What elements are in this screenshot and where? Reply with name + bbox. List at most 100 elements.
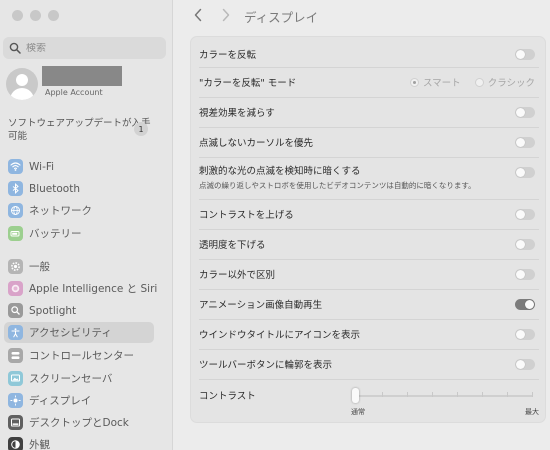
accessibility-icon [8,325,23,340]
autoplay-animated-images-label: アニメーション画像自動再生 [199,300,323,311]
radio-unselected-icon [474,77,484,87]
dim-flashing-toggle[interactable] [515,167,535,178]
sidebar-item-label: Spotlight [29,304,77,317]
page-title: ディスプレイ [244,10,319,25]
window-title-icons-row: ウインドウタイトルにアイコンを表示 [199,325,539,343]
display-contrast-slider-thumb[interactable] [352,388,359,403]
sidebar-item-label: Wi-Fi [29,160,55,173]
sidebar: Apple Account ソフトウェアアップデートが入手可能 1 Wi-Fi B… [0,0,173,450]
sidebar-item-dock[interactable]: デスクトップとDock [4,412,154,433]
toolbar-button-shapes-label: ツールバーボタンに輪郭を表示 [199,360,333,371]
toolbar: ディスプレイ [174,0,550,30]
differentiate-without-color-toggle[interactable] [515,268,535,280]
search-icon [9,42,21,54]
dim-flashing-description: 点滅の繰り返しやストロボを使用したビデオコンテンツは自動的に暗くなります。 [199,181,476,190]
invert-mode-smart-label: スマート [422,78,461,89]
invert-mode-smart-radio[interactable]: スマート [409,75,461,89]
dock-icon [8,415,23,430]
invert-mode-row: "カラーを反転" モード スマート クラシック [199,73,539,91]
nonblinking-cursor-toggle[interactable] [515,136,535,148]
increase-contrast-toggle[interactable] [515,208,535,220]
dim-flashing-label: 刺激的な光の点滅を検知時に暗くする [199,166,361,177]
autoplay-animated-images-toggle[interactable] [515,298,535,310]
account-subtitle: Apple Account [45,88,103,97]
toolbar-button-shapes-toggle[interactable] [515,358,535,370]
window-title-icons-toggle[interactable] [515,328,535,340]
globe-icon [8,203,23,218]
invert-colors-toggle[interactable] [515,48,535,60]
sidebar-item-siri[interactable]: Apple Intelligence と Siri [4,278,157,299]
slider-tick-mark [382,392,383,397]
sidebar-item-wifi[interactable]: Wi-Fi [4,156,154,177]
increase-contrast-row: コントラストを上げる [199,205,539,223]
nonblinking-cursor-label: 点滅しないカーソルを優先 [199,138,314,149]
appearance-icon [8,437,23,450]
sidebar-item-label: 一般 [29,261,50,273]
sidebar-item-gear[interactable]: 一般 [4,256,154,277]
software-update-item[interactable]: ソフトウェアアップデートが入手可能 [8,117,153,143]
sidebar-item-globe[interactable]: ネットワーク [4,200,154,221]
apple-account-item[interactable]: Apple Account [6,66,166,102]
display-contrast-label: コントラスト [199,391,256,402]
minimize-window-button[interactable] [30,10,41,21]
nonblinking-cursor-row: 点滅しないカーソルを優先 [199,133,539,151]
sidebar-item-screensaver[interactable]: スクリーンセーバ [4,368,154,389]
screensaver-icon [8,371,23,386]
sidebar-item-label: コントロールセンター [29,350,134,362]
wifi-icon [8,159,23,174]
display-settings-panel: カラーを反転 "カラーを反転" モード スマート クラシック 視差効果を減らす … [190,36,546,423]
dim-flashing-row: 刺激的な光の点滅を検知時に暗くする 点滅の繰り返しやストロボを使用したビデオコン… [199,163,539,193]
bluetooth-icon [8,181,23,196]
sidebar-item-label: スクリーンセーバ [29,373,113,385]
siri-icon [8,281,23,296]
control-center-icon [8,348,23,363]
window-title-icons-label: ウインドウタイトルにアイコンを表示 [199,330,361,341]
slider-tick-mark [507,392,508,397]
reduce-motion-row: 視差効果を減らす [199,103,539,121]
sidebar-item-label: バッテリー [29,228,82,240]
sidebar-item-label: アクセシビリティ [29,327,112,339]
contrast-min-label: 通常 [351,408,365,416]
sidebar-item-label: 外観 [29,439,50,450]
sidebar-item-spotlight-search[interactable]: Spotlight [4,300,154,321]
slider-tick-mark [532,392,533,397]
slider-tick-mark [482,392,483,397]
slider-tick-mark [457,392,458,397]
sidebar-item-appearance[interactable]: 外観 [4,434,154,450]
radio-selected-icon [409,77,419,87]
sidebar-item-label: Bluetooth [29,182,80,195]
autoplay-animated-images-row: アニメーション画像自動再生 [199,295,539,313]
update-count-badge: 1 [134,122,148,136]
chevron-right-icon [222,8,230,22]
search-input[interactable] [26,42,156,54]
zoom-window-button[interactable] [48,10,59,21]
display-icon [8,393,23,408]
sidebar-item-display[interactable]: ディスプレイ [4,390,154,411]
sidebar-item-label: ネットワーク [29,205,92,217]
invert-mode-classic-radio[interactable]: クラシック [474,75,535,89]
invert-mode-label: "カラーを反転" モード [199,78,297,89]
sidebar-item-accessibility[interactable]: アクセシビリティ [4,322,154,343]
search-field[interactable] [3,37,166,59]
reduce-transparency-toggle[interactable] [515,238,535,250]
invert-colors-label: カラーを反転 [199,50,257,61]
reduce-motion-toggle[interactable] [515,106,535,118]
reduce-motion-label: 視差効果を減らす [199,108,275,119]
forward-button[interactable] [218,7,234,23]
back-button[interactable] [190,7,206,23]
avatar [6,68,38,100]
increase-contrast-label: コントラストを上げる [199,210,294,221]
sidebar-item-bluetooth[interactable]: Bluetooth [4,178,154,199]
window-controls [12,10,59,21]
sidebar-item-control-center[interactable]: コントロールセンター [4,345,154,366]
sidebar-item-battery[interactable]: バッテリー [4,223,154,244]
invert-mode-radio-group: スマート クラシック [409,75,535,89]
invert-mode-classic-label: クラシック [487,78,535,89]
reduce-transparency-row: 透明度を下げる [199,235,539,253]
sidebar-item-label: ディスプレイ [29,395,92,407]
toolbar-button-shapes-row: ツールバーボタンに輪郭を表示 [199,355,539,373]
close-window-button[interactable] [12,10,23,21]
spotlight-search-icon [8,303,23,318]
chevron-left-icon [194,8,202,22]
differentiate-without-color-label: カラー以外で区別 [199,270,276,281]
